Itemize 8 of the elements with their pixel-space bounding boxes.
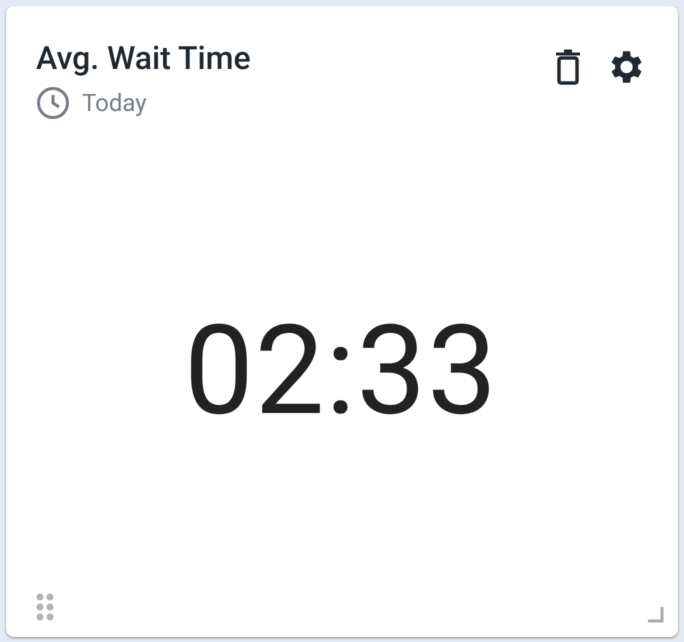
period-label: Today xyxy=(82,89,147,117)
metric-value: 02:33 xyxy=(184,299,498,444)
delete-button[interactable] xyxy=(554,49,582,85)
resize-handle-icon[interactable] xyxy=(648,607,664,623)
widget-title: Avg. Wait Time xyxy=(36,42,251,74)
trash-icon xyxy=(554,49,582,85)
clock-icon xyxy=(36,86,70,120)
drag-handle-icon[interactable] xyxy=(36,593,54,621)
